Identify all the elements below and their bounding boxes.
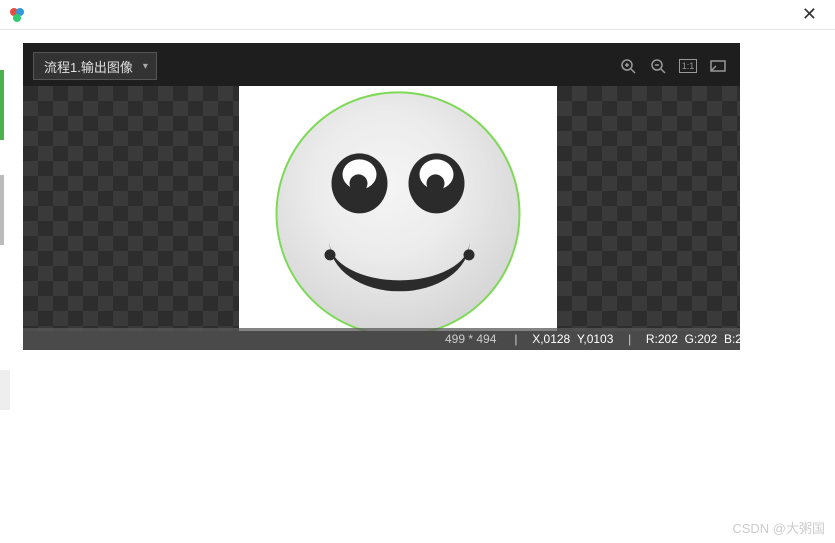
image-dimensions: 499 * 494 xyxy=(445,332,496,346)
pixel-g: 202 xyxy=(697,332,717,346)
image-viewer: 流程1.输出图像 ▾ 1:1 xyxy=(23,43,740,350)
canvas-area[interactable]: 499 * 494 | X,0128 Y,0103 | R:202 G:202 … xyxy=(23,86,740,350)
pixel-r: 202 xyxy=(658,332,678,346)
close-button[interactable]: ✕ xyxy=(792,2,827,27)
pixel-b-label: B: xyxy=(724,332,735,346)
zoom-out-button[interactable] xyxy=(646,54,670,78)
pixel-g-label: G: xyxy=(685,332,698,346)
viewer-toolbar: 流程1.输出图像 ▾ 1:1 xyxy=(33,51,730,81)
smile xyxy=(330,221,470,291)
eye-left xyxy=(332,153,388,213)
app-icon xyxy=(8,6,26,24)
zoom-out-icon xyxy=(649,57,667,75)
fullscreen-icon xyxy=(709,57,727,75)
pixel-b: 202 xyxy=(735,332,755,346)
coord-y-label: Y, xyxy=(577,332,587,346)
pixel-r-label: R: xyxy=(646,332,658,346)
one-to-one-icon: 1:1 xyxy=(679,59,697,73)
zoom-in-icon xyxy=(619,57,637,75)
eye-right xyxy=(409,153,465,213)
coord-x-label: X, xyxy=(532,332,543,346)
output-image xyxy=(239,86,557,331)
chevron-down-icon: ▾ xyxy=(143,61,148,72)
smiley-face xyxy=(276,91,521,331)
fullscreen-button[interactable] xyxy=(706,54,730,78)
actual-size-button[interactable]: 1:1 xyxy=(676,54,700,78)
source-dropdown[interactable]: 流程1.输出图像 ▾ xyxy=(33,52,157,80)
dropdown-label: 流程1.输出图像 xyxy=(44,57,133,76)
left-panel-edge xyxy=(0,70,4,245)
transparency-bg-right xyxy=(557,86,740,331)
watermark: CSDN @大粥国 xyxy=(732,518,825,537)
status-bar: 499 * 494 | X,0128 Y,0103 | R:202 G:202 … xyxy=(23,328,740,350)
titlebar: ✕ xyxy=(0,0,835,30)
zoom-in-button[interactable] xyxy=(616,54,640,78)
coord-y: 0103 xyxy=(587,332,614,346)
transparency-bg-left xyxy=(23,86,239,331)
coord-x: 0128 xyxy=(544,332,571,346)
